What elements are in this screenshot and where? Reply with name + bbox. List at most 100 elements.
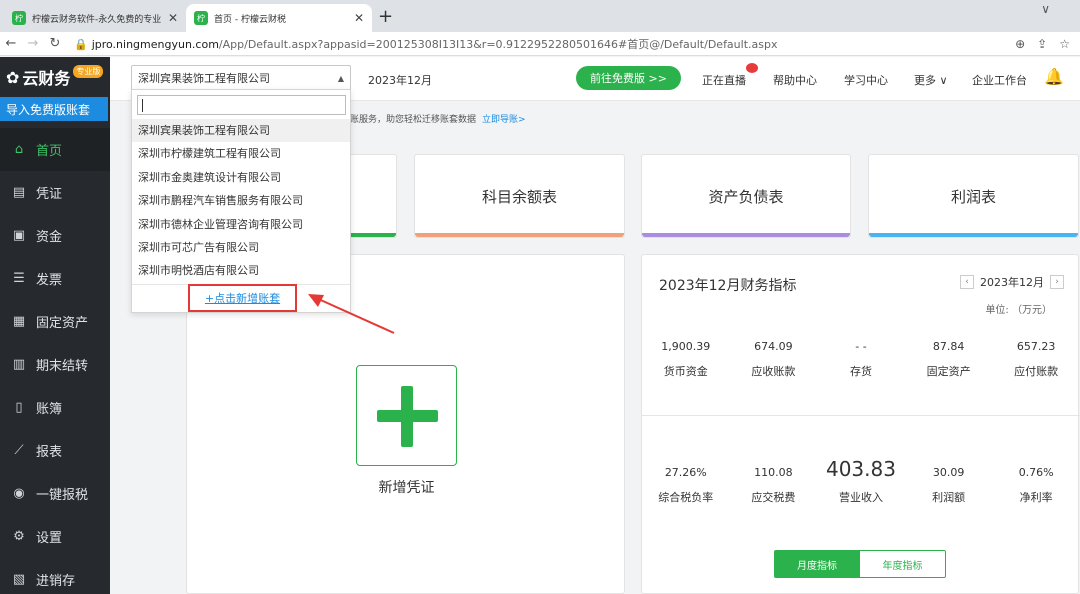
sidebar-item-1[interactable]: ▤ 凭证 bbox=[0, 171, 110, 214]
sidebar-menu: ⌂ 首页 ▤ 凭证 ▣ 资金 ☰ 发票 ▦ 固定资产 ▥ 期末结转 ▯ 账簿 ⟋ 报表 ◉ 一键报税 ⚙ 设置 ▧ 进销存 bbox=[0, 128, 110, 594]
notice-import-link[interactable]: 立即导账> bbox=[482, 115, 526, 125]
annotation-arrow-icon bbox=[308, 294, 395, 334]
voucher-icon: ▤ bbox=[12, 185, 26, 200]
metric-profit[interactable]: 30.09 利润额 bbox=[905, 455, 993, 505]
sidebar-item-4[interactable]: ▦ 固定资产 bbox=[0, 300, 110, 343]
tax-filing-icon: ◉ bbox=[13, 486, 25, 501]
caret-up-icon: ▲ bbox=[337, 73, 344, 83]
company-option[interactable]: 深圳市柠檬建筑工程有限公司 bbox=[132, 142, 350, 165]
back-arrow-icon[interactable]: ← bbox=[0, 36, 22, 51]
metric-net-margin[interactable]: 0.76% 净利率 bbox=[992, 455, 1080, 505]
metric-value: 110.08 bbox=[754, 466, 793, 479]
sidebar-item-10[interactable]: ▧ 进销存 bbox=[0, 558, 110, 594]
company-option[interactable]: 深圳市德林企业管理咨询有限公司 bbox=[132, 213, 350, 236]
month-value[interactable]: 2023年12月 bbox=[980, 274, 1044, 290]
bookmark-star-icon[interactable]: ☆ bbox=[1059, 37, 1070, 51]
close-tab-icon[interactable]: ✕ bbox=[354, 11, 364, 25]
metric-label: 存货 bbox=[849, 365, 872, 378]
metric-label: 利润额 bbox=[932, 491, 966, 504]
company-option[interactable]: 深圳宾果装饰工程有限公司 bbox=[132, 119, 350, 143]
nav-more[interactable]: 更多 ∨ bbox=[914, 72, 948, 88]
indicator-period-toggle: 月度指标 年度指标 bbox=[774, 550, 946, 578]
browser-tab-2[interactable]: 柠 首页 - 柠檬云财税 ✕ bbox=[186, 4, 372, 32]
sidebar-item-9[interactable]: ⚙ 设置 bbox=[0, 515, 110, 558]
metric-label: 净利率 bbox=[1019, 491, 1053, 504]
company-search-input[interactable] bbox=[137, 95, 346, 115]
card-label: 科目余额表 bbox=[481, 187, 557, 206]
prev-month-icon[interactable]: ‹ bbox=[960, 275, 974, 289]
metric-label: 综合税负率 bbox=[658, 491, 714, 504]
metric-value: 1,900.39 bbox=[661, 340, 711, 353]
app-logo[interactable]: ✿ 云财务 专业版 bbox=[0, 57, 110, 97]
url-field[interactable]: 🔒 jpro.ningmengyun.com/App/Default.aspx?a… bbox=[74, 36, 1015, 52]
tab-title: 首页 - 柠檬云财税 bbox=[214, 14, 286, 25]
add-voucher-button[interactable] bbox=[356, 365, 457, 466]
metric-cash[interactable]: 1,900.39 货币资金 bbox=[642, 337, 730, 379]
metric-label: 应收账款 bbox=[751, 365, 796, 378]
company-option[interactable]: 深圳市明悦酒店有限公司 bbox=[132, 259, 350, 282]
company-option[interactable]: 深圳市可芯广告有限公司 bbox=[132, 236, 350, 259]
company-option[interactable]: 深圳市金奥建筑设计有限公司 bbox=[132, 166, 350, 189]
report-card-trial-balance[interactable]: 科目余额表 bbox=[414, 154, 625, 238]
sidebar-item-label: 一键报税 bbox=[36, 488, 89, 503]
card-label: 资产负债表 bbox=[708, 187, 784, 206]
text-cursor bbox=[142, 99, 143, 112]
sidebar-item-5[interactable]: ▥ 期末结转 bbox=[0, 343, 110, 386]
sidebar-item-8[interactable]: ◉ 一键报税 bbox=[0, 472, 110, 515]
nav-live[interactable]: 正在直播 bbox=[702, 72, 746, 88]
sidebar-item-3[interactable]: ☰ 发票 bbox=[0, 257, 110, 300]
yearly-indicator-tab[interactable]: 年度指标 bbox=[860, 550, 946, 578]
sidebar-item-label: 设置 bbox=[36, 531, 63, 546]
metric-label: 应交税费 bbox=[751, 491, 796, 504]
monthly-indicator-tab[interactable]: 月度指标 bbox=[774, 550, 860, 578]
browser-tab-1[interactable]: 柠 柠檬云财务软件-永久免费的专业 ✕ bbox=[4, 4, 186, 32]
report-card-balance-sheet[interactable]: 资产负债表 bbox=[641, 154, 851, 238]
sidebar-item-2[interactable]: ▣ 资金 bbox=[0, 214, 110, 257]
metric-label: 货币资金 bbox=[663, 365, 708, 378]
company-option[interactable]: 深圳市鹏程汽车销售服务有限公司 bbox=[132, 189, 350, 212]
go-free-version-button[interactable]: 前往免费版 >> bbox=[576, 66, 681, 90]
metric-row-1: 1,900.39 货币资金 674.09 应收账款 - - 存货 87.84 固定资产 … bbox=[642, 337, 1080, 379]
metric-tax-payable[interactable]: 110.08 应交税费 bbox=[730, 455, 818, 505]
report-card-income-statement[interactable]: 利润表 bbox=[868, 154, 1079, 238]
company-select[interactable]: 深圳宾果装饰工程有限公司 ▲ bbox=[131, 65, 351, 91]
finance-indicators-panel: 2023年12月财务指标 ‹ 2023年12月 › 单位: （万元） 1,900… bbox=[641, 254, 1080, 594]
add-ledger-link[interactable]: +点击新增账套 bbox=[205, 290, 280, 306]
nav-enterprise-workbench[interactable]: 企业工作台 bbox=[972, 72, 1027, 88]
sidebar-item-label: 进销存 bbox=[36, 574, 76, 589]
forward-arrow-icon[interactable]: → bbox=[22, 36, 44, 51]
zoom-icon[interactable]: ⊕ bbox=[1015, 37, 1025, 51]
report-chart-icon: ⟋ bbox=[14, 443, 24, 458]
sidebar-item-label: 固定资产 bbox=[36, 316, 89, 331]
sidebar-item-7[interactable]: ⟋ 报表 bbox=[0, 429, 110, 472]
notification-bell-icon[interactable]: 🔔 bbox=[1044, 67, 1064, 86]
metric-payables[interactable]: 657.23 应付账款 bbox=[992, 337, 1080, 379]
metric-receivables[interactable]: 674.09 应收账款 bbox=[730, 337, 818, 379]
reload-icon[interactable]: ↻ bbox=[44, 36, 66, 51]
address-bar: ← → ↻ 🔒 jpro.ningmengyun.com/App/Default.… bbox=[0, 32, 1080, 56]
card-accent-bar bbox=[869, 233, 1078, 237]
metric-fixed-assets[interactable]: 87.84 固定资产 bbox=[905, 337, 993, 379]
metric-tax-burden[interactable]: 27.26% 综合税负率 bbox=[642, 455, 730, 505]
next-month-icon[interactable]: › bbox=[1050, 275, 1064, 289]
metric-inventory[interactable]: - - 存货 bbox=[817, 337, 905, 379]
new-tab-icon[interactable]: + bbox=[378, 6, 393, 27]
sidebar-item-0[interactable]: ⌂ 首页 bbox=[0, 128, 110, 171]
metric-value: - - bbox=[855, 340, 867, 353]
share-icon[interactable]: ⇪ bbox=[1037, 37, 1047, 51]
edition-badge: 专业版 bbox=[73, 65, 104, 78]
tab-search-chevron-icon[interactable]: ∨ bbox=[1041, 2, 1050, 16]
close-tab-icon[interactable]: ✕ bbox=[168, 11, 178, 25]
lock-icon: 🔒 bbox=[74, 37, 88, 51]
metric-value: 657.23 bbox=[1016, 340, 1056, 353]
fixed-asset-icon: ▦ bbox=[12, 314, 26, 329]
sidebar-item-label: 资金 bbox=[36, 230, 63, 245]
nav-learning-center[interactable]: 学习中心 bbox=[844, 72, 888, 88]
notice-text: 账服务，助您轻松迁移账套数据 bbox=[350, 115, 477, 125]
card-accent-bar bbox=[415, 233, 624, 237]
metric-revenue[interactable]: 403.83 营业收入 bbox=[817, 455, 905, 505]
import-free-ledger-button[interactable]: 导入免费版账套 bbox=[0, 97, 108, 121]
metric-value: 30.09 bbox=[932, 466, 965, 479]
nav-help-center[interactable]: 帮助中心 bbox=[773, 72, 817, 88]
sidebar-item-6[interactable]: ▯ 账簿 bbox=[0, 386, 110, 429]
